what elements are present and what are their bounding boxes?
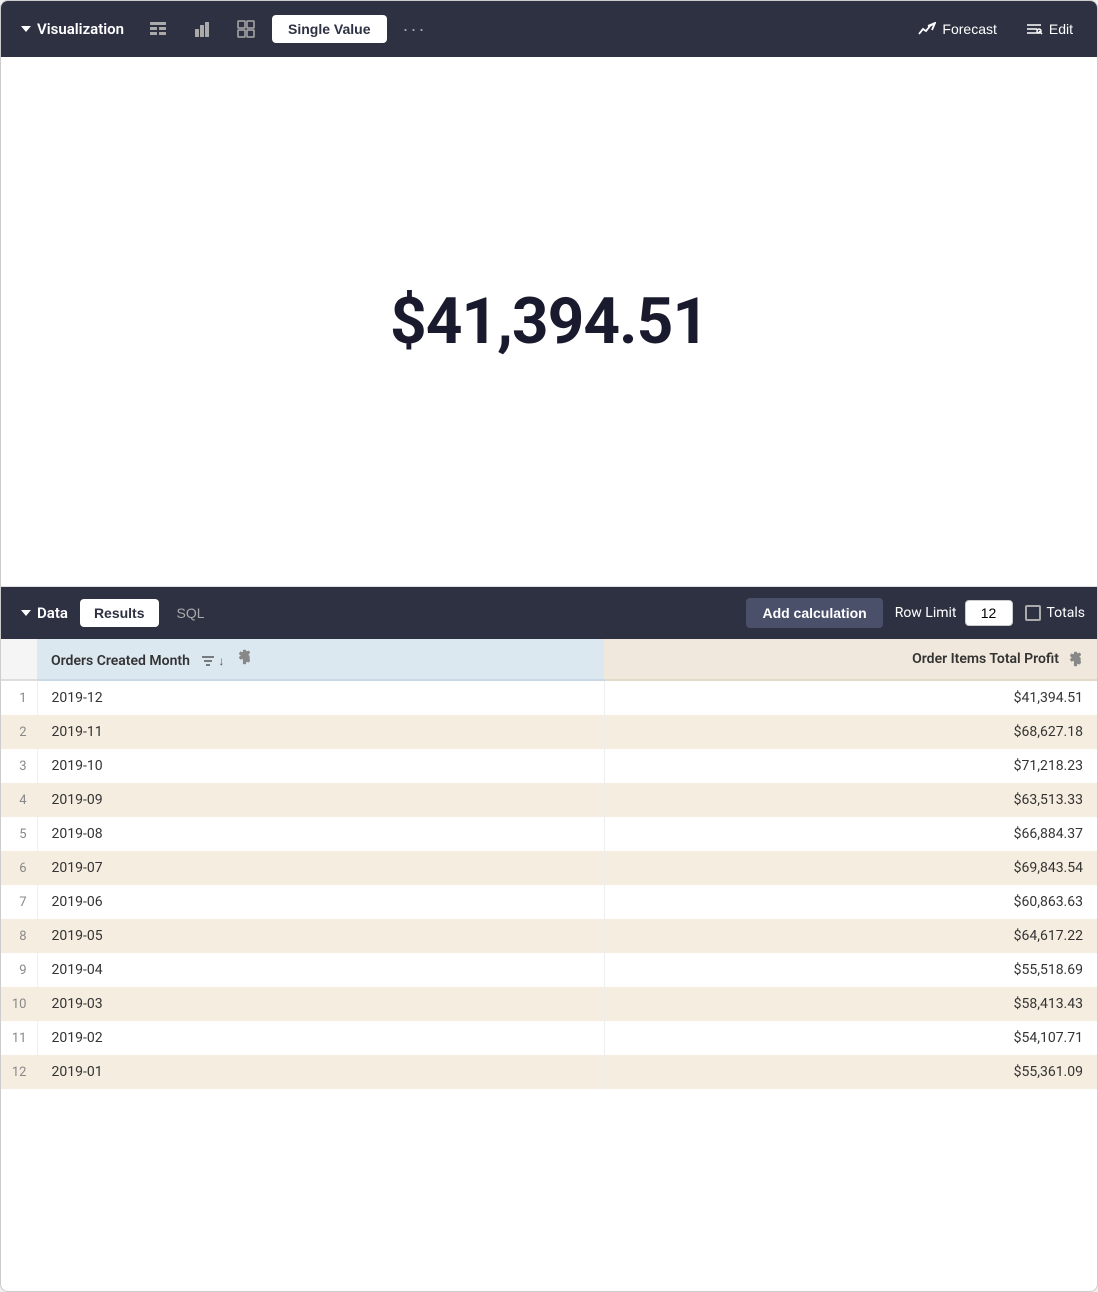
bottom-toolbar: Data Results SQL Add calculation Row Lim… — [1, 587, 1097, 639]
table-row[interactable]: 92019-04$55,518.69 — [1, 953, 1097, 987]
edit-label: Edit — [1049, 21, 1073, 37]
table-row[interactable]: 62019-07$69,843.54 — [1, 851, 1097, 885]
table-row[interactable]: 12019-12$41,394.51 — [1, 680, 1097, 715]
row-number: 1 — [1, 680, 37, 715]
table-view-button[interactable] — [140, 13, 176, 45]
sort-icon[interactable]: ↓ — [197, 654, 224, 668]
chevron-down-icon — [21, 26, 31, 32]
row-limit-label: Row Limit — [895, 605, 957, 621]
col2-label: Order Items Total Profit — [912, 651, 1059, 667]
row-number: 8 — [1, 919, 37, 953]
data-label: Data — [37, 604, 68, 622]
forecast-button[interactable]: Forecast — [906, 15, 1008, 43]
row-date: 2019-05 — [37, 919, 604, 953]
row-number: 5 — [1, 817, 37, 851]
table-row[interactable]: 122019-01$55,361.09 — [1, 1055, 1097, 1089]
table-row[interactable]: 82019-05$64,617.22 — [1, 919, 1097, 953]
visualization-area: $41,394.51 — [1, 57, 1097, 587]
visualization-label: Visualization — [37, 20, 124, 38]
sql-tab[interactable]: SQL — [163, 599, 219, 627]
forecast-label: Forecast — [942, 21, 996, 37]
col-header-date[interactable]: Orders Created Month ↓ — [37, 639, 604, 680]
row-profit: $71,218.23 — [604, 749, 1097, 783]
row-profit: $66,884.37 — [604, 817, 1097, 851]
totals-label[interactable]: Totals — [1025, 605, 1086, 621]
row-profit: $63,513.33 — [604, 783, 1097, 817]
row-num-header — [1, 639, 37, 680]
data-chevron-icon — [21, 610, 31, 616]
row-profit: $55,361.09 — [604, 1055, 1097, 1089]
col1-settings-icon[interactable] — [236, 649, 252, 665]
totals-checkbox[interactable] — [1025, 605, 1041, 621]
row-number: 9 — [1, 953, 37, 987]
row-date: 2019-11 — [37, 715, 604, 749]
data-table: Orders Created Month ↓ — [1, 639, 1097, 1089]
row-number: 11 — [1, 1021, 37, 1055]
row-profit: $69,843.54 — [604, 851, 1097, 885]
row-profit: $68,627.18 — [604, 715, 1097, 749]
row-date: 2019-07 — [37, 851, 604, 885]
forecast-icon — [918, 22, 936, 36]
bar-chart-button[interactable] — [184, 13, 220, 45]
row-date: 2019-04 — [37, 953, 604, 987]
row-number: 10 — [1, 987, 37, 1021]
row-profit: $54,107.71 — [604, 1021, 1097, 1055]
row-date: 2019-10 — [37, 749, 604, 783]
table-row[interactable]: 112019-02$54,107.71 — [1, 1021, 1097, 1055]
top-toolbar: Visualization — [1, 1, 1097, 57]
table-row[interactable]: 52019-08$66,884.37 — [1, 817, 1097, 851]
row-date: 2019-01 — [37, 1055, 604, 1089]
row-date: 2019-02 — [37, 1021, 604, 1055]
data-toggle[interactable]: Data — [13, 598, 76, 628]
more-button[interactable]: ··· — [395, 13, 435, 46]
single-value-tab[interactable]: Single Value — [272, 15, 386, 43]
row-profit: $41,394.51 — [604, 680, 1097, 715]
row-number: 7 — [1, 885, 37, 919]
row-number: 12 — [1, 1055, 37, 1089]
row-date: 2019-08 — [37, 817, 604, 851]
totals-text: Totals — [1047, 605, 1086, 621]
col1-label: Orders Created Month — [51, 653, 190, 669]
row-profit: $60,863.63 — [604, 885, 1097, 919]
col-header-profit[interactable]: Order Items Total Profit — [604, 639, 1097, 680]
add-calculation-button[interactable]: Add calculation — [746, 598, 882, 628]
row-date: 2019-09 — [37, 783, 604, 817]
row-number: 3 — [1, 749, 37, 783]
table-row[interactable]: 32019-10$71,218.23 — [1, 749, 1097, 783]
edit-button[interactable]: Edit — [1013, 15, 1085, 43]
results-tab[interactable]: Results — [80, 599, 159, 627]
row-number: 4 — [1, 783, 37, 817]
main-container: Visualization — [0, 0, 1098, 1292]
single-value-display: $41,394.51 — [390, 284, 708, 359]
row-profit: $55,518.69 — [604, 953, 1097, 987]
table-row[interactable]: 22019-11$68,627.18 — [1, 715, 1097, 749]
row-date: 2019-03 — [37, 987, 604, 1021]
row-date: 2019-06 — [37, 885, 604, 919]
row-date: 2019-12 — [37, 680, 604, 715]
row-profit: $58,413.43 — [604, 987, 1097, 1021]
visualization-toggle[interactable]: Visualization — [13, 14, 132, 44]
data-table-section: Orders Created Month ↓ — [1, 639, 1097, 1291]
pivot-button[interactable] — [228, 13, 264, 45]
table-row[interactable]: 72019-06$60,863.63 — [1, 885, 1097, 919]
col2-settings-icon[interactable] — [1067, 651, 1083, 667]
table-row[interactable]: 42019-09$63,513.33 — [1, 783, 1097, 817]
table-row[interactable]: 102019-03$58,413.43 — [1, 987, 1097, 1021]
viz-section: Visualization — [13, 13, 435, 46]
row-number: 6 — [1, 851, 37, 885]
edit-icon — [1025, 22, 1043, 36]
row-profit: $64,617.22 — [604, 919, 1097, 953]
row-limit-input[interactable] — [965, 600, 1013, 626]
row-number: 2 — [1, 715, 37, 749]
